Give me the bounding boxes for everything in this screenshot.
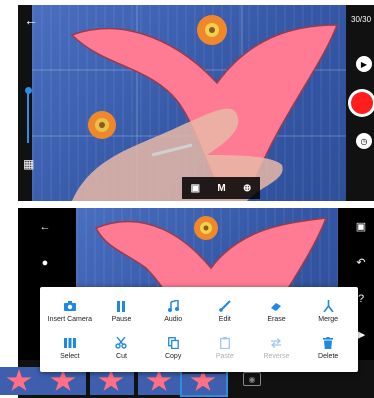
menu-item-edit[interactable]: Edit	[199, 293, 251, 330]
frame-action-menu: Insert Camera Pause Audio Edit Erase Mer…	[40, 287, 358, 372]
menu-grid: Insert Camera Pause Audio Edit Erase Mer…	[44, 293, 354, 366]
menu-item-select[interactable]: Select	[44, 330, 96, 367]
camera-icon[interactable]: ▣	[191, 183, 200, 194]
menu-item-insert-camera[interactable]: Insert Camera	[44, 293, 96, 330]
menu-item-paste[interactable]: Paste	[199, 330, 251, 367]
left-toolbar	[18, 5, 32, 201]
mode-button[interactable]: M	[217, 183, 225, 194]
scissors-icon	[114, 336, 128, 350]
menu-item-pause[interactable]: Pause	[96, 293, 148, 330]
frame-counter: 30/30	[351, 15, 372, 24]
brush-icon	[218, 299, 232, 313]
exposure-slider-knob[interactable]	[25, 87, 32, 94]
back-arrow-icon[interactable]: ←	[24, 13, 38, 27]
reverse-icon	[269, 336, 283, 350]
capture-toolbar: ▣ M ⊕	[182, 177, 260, 199]
camera-slot-icon[interactable]: ◉	[243, 372, 261, 386]
camera-icon	[63, 299, 77, 313]
camera-screen: ▣ M ⊕ ← ▦ 30/30 ▶ ◷	[18, 5, 374, 201]
record-button[interactable]	[348, 89, 374, 117]
menu-item-audio[interactable]: Audio	[147, 293, 199, 330]
camera-preview[interactable]: ▣ M ⊕	[32, 5, 346, 201]
timer-icon[interactable]: ◷	[356, 133, 372, 149]
back-arrow-icon[interactable]: ←	[38, 222, 52, 233]
microphone-icon[interactable]: ●	[38, 258, 52, 269]
menu-item-merge[interactable]: Merge	[302, 293, 354, 330]
app-root: ▣ M ⊕ ← ▦ 30/30 ▶ ◷ ← ● +	[0, 0, 374, 398]
frame-thumbnail[interactable]	[0, 367, 42, 395]
undo-icon[interactable]: ↶	[354, 258, 368, 269]
menu-item-copy[interactable]: Copy	[147, 330, 199, 367]
play-icon[interactable]: ▶	[356, 56, 372, 72]
exposure-slider-track[interactable]	[27, 91, 29, 143]
menu-item-delete[interactable]: Delete	[302, 330, 354, 367]
eraser-icon	[269, 299, 283, 313]
paste-icon	[218, 336, 232, 350]
camera-icon[interactable]: ▣	[354, 222, 368, 233]
zoom-in-icon[interactable]: ⊕	[243, 183, 251, 194]
merge-icon	[321, 299, 335, 313]
menu-item-reverse[interactable]: Reverse	[251, 330, 303, 367]
grid-toggle-icon[interactable]: ▦	[23, 158, 34, 170]
menu-item-erase[interactable]: Erase	[251, 293, 303, 330]
menu-item-cut[interactable]: Cut	[96, 330, 148, 367]
scene-art	[32, 5, 346, 201]
copy-icon	[166, 336, 180, 350]
pause-icon	[114, 299, 128, 313]
trash-icon	[321, 336, 335, 350]
select-icon	[63, 336, 77, 350]
music-note-icon	[166, 299, 180, 313]
